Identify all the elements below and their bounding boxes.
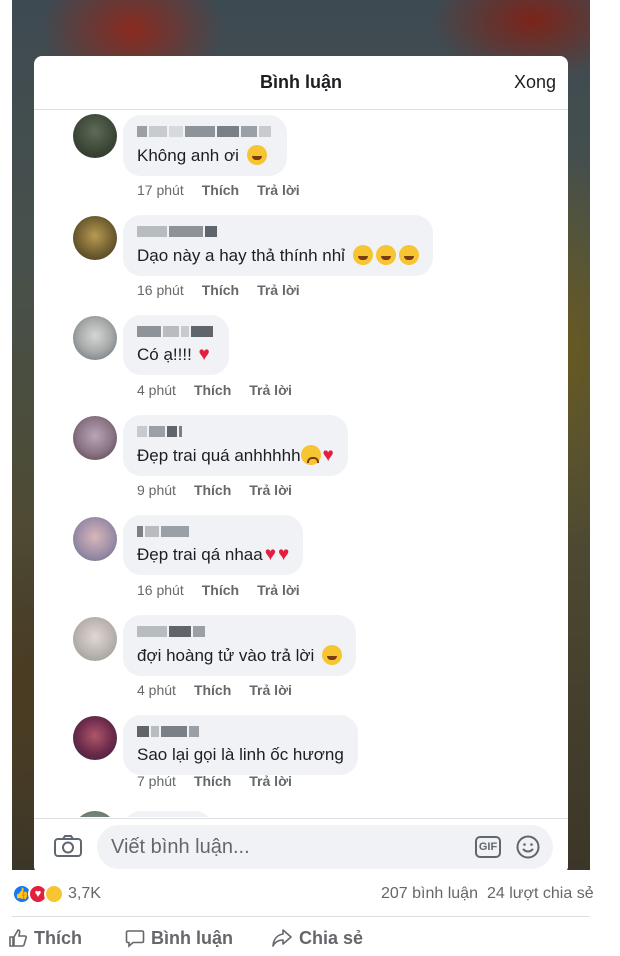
comment-bubble: Có ạ!!!! ♥ (123, 315, 229, 375)
comment-meta: 9 phút Thích Trả lời (137, 482, 310, 498)
heart-emoji: ♥ (322, 445, 334, 466)
avatar[interactable] (73, 216, 117, 260)
gif-button[interactable]: GIF (475, 836, 501, 858)
like-post-button[interactable]: Thích (8, 928, 82, 949)
comment-text: Đẹp trai qá nhaa ♥ ♥ (137, 544, 290, 565)
reply-comment-button[interactable]: Trả lời (257, 182, 300, 198)
like-comment-button[interactable]: Thích (202, 182, 239, 198)
comment-time: 4 phút (137, 682, 176, 698)
like-comment-button[interactable]: Thích (202, 582, 239, 598)
comment-bubble: đợi hoàng tử vào trả lời (123, 615, 357, 676)
post-stats: 👍 ♥ 3,7K 207 bình luận 24 lượt chia sẻ (0, 876, 620, 912)
comment-bubble: Đẹp trai quá anhhhhh ♥ (123, 415, 348, 476)
reply-comment-button[interactable]: Trả lời (249, 382, 292, 398)
blurred-author-name[interactable] (137, 323, 215, 338)
share-icon (272, 929, 292, 947)
post-actions: Thích Bình luận Chia sẻ (0, 922, 620, 956)
avatar[interactable] (73, 416, 117, 460)
blurred-author-name[interactable] (137, 223, 419, 238)
comment-bubble (123, 811, 213, 817)
comment-meta: 4 phút Thích Trả lời (137, 382, 310, 398)
reaction-count[interactable]: 3,7K (68, 885, 101, 903)
avatar[interactable] (73, 716, 117, 760)
share-post-label: Chia sẻ (299, 928, 364, 948)
comment-count[interactable]: 207 bình luận (381, 885, 478, 903)
avatar[interactable] (73, 114, 117, 158)
blurred-author-name[interactable] (137, 123, 273, 138)
modal-header: Bình luận Xong (34, 56, 568, 110)
comment-text: Sao lại gọi là linh ốc hương (137, 745, 344, 764)
page-margin-right (590, 0, 620, 870)
modal-title: Bình luận (260, 72, 342, 92)
share-count[interactable]: 24 lượt chia sẻ (487, 885, 594, 903)
laughing-emoji (322, 645, 343, 665)
comment-list[interactable]: Không anh ơi 17 phút Thích Trả lời Dạo này… (34, 111, 568, 817)
comment-text: Không anh ơi (137, 145, 267, 165)
comment-meta: 16 phút Thích Trả lời (137, 282, 318, 298)
comment-bubble: Dạo này a hay thả thính nhỉ (123, 215, 433, 276)
comment-bubble: Không anh ơi (123, 115, 287, 176)
like-comment-button[interactable]: Thích (194, 773, 231, 789)
avatar[interactable] (73, 811, 117, 817)
rofl-emoji (375, 245, 396, 265)
blurred-author-name[interactable] (137, 723, 344, 738)
reply-comment-button[interactable]: Trả lời (249, 682, 292, 698)
crying-emoji (300, 445, 321, 465)
comment-icon (125, 930, 145, 948)
comment-time: 17 phút (137, 182, 184, 198)
done-button[interactable]: Xong (514, 72, 556, 93)
blurred-author-name[interactable] (137, 523, 289, 538)
reply-comment-button[interactable]: Trả lời (249, 773, 292, 789)
comment-composer: GIF (34, 818, 568, 874)
avatar[interactable] (73, 316, 117, 360)
comments-modal: Bình luận Xong Không anh ơi 17 phút Thích… (34, 56, 568, 874)
thumbs-up-icon (9, 929, 27, 947)
heart-emoji: ♥ (198, 344, 210, 365)
comment-meta: 16 phút Thích Trả lời (137, 582, 318, 598)
comment-bubble: Đẹp trai qá nhaa ♥ ♥ (123, 515, 304, 575)
smile-icon[interactable] (516, 835, 540, 859)
heart-emoji: ♥ (277, 544, 290, 565)
camera-icon[interactable] (54, 835, 82, 857)
avatar[interactable] (73, 517, 117, 561)
comment-text: Có ạ!!!! ♥ (137, 344, 210, 365)
avatar[interactable] (73, 617, 117, 661)
comment-text: đợi hoàng tử vào trả lời (137, 645, 343, 665)
page-margin-left (0, 0, 12, 870)
reply-comment-button[interactable]: Trả lời (257, 282, 300, 298)
comment-time: 16 phút (137, 582, 184, 598)
like-comment-button[interactable]: Thích (194, 682, 231, 698)
reply-comment-button[interactable]: Trả lời (257, 582, 300, 598)
blurred-author-name[interactable] (137, 623, 342, 638)
actions-divider (12, 916, 590, 917)
reply-comment-button[interactable]: Trả lời (249, 482, 292, 498)
rofl-emoji (398, 245, 419, 265)
comment-time: 9 phút (137, 482, 176, 498)
like-comment-button[interactable]: Thích (194, 382, 231, 398)
rofl-emoji (352, 245, 373, 265)
comment-bubble: Sao lại gọi là linh ốc hương (123, 715, 358, 775)
haha-reaction-icon (44, 884, 64, 904)
comment-time: 4 phút (137, 382, 176, 398)
comment-meta: 7 phút Thích Trả lời (137, 773, 310, 789)
comment-meta: 17 phút Thích Trả lời (137, 182, 318, 198)
comment-text: Dạo này a hay thả thính nhỉ (137, 245, 419, 265)
comment-meta: 4 phút Thích Trả lời (137, 682, 310, 698)
like-post-label: Thích (34, 928, 82, 948)
comment-post-label: Bình luận (151, 928, 233, 948)
heart-emoji: ♥ (264, 544, 276, 565)
comment-text: Đẹp trai quá anhhhhh ♥ (137, 445, 334, 466)
laughing-emoji (246, 145, 267, 165)
comment-time: 7 phút (137, 773, 176, 789)
share-post-button[interactable]: Chia sẻ (271, 928, 363, 949)
like-comment-button[interactable]: Thích (202, 282, 239, 298)
comment-time: 16 phút (137, 282, 184, 298)
like-comment-button[interactable]: Thích (194, 482, 231, 498)
blurred-author-name[interactable] (137, 423, 334, 438)
comment-post-button[interactable]: Bình luận (125, 928, 233, 949)
